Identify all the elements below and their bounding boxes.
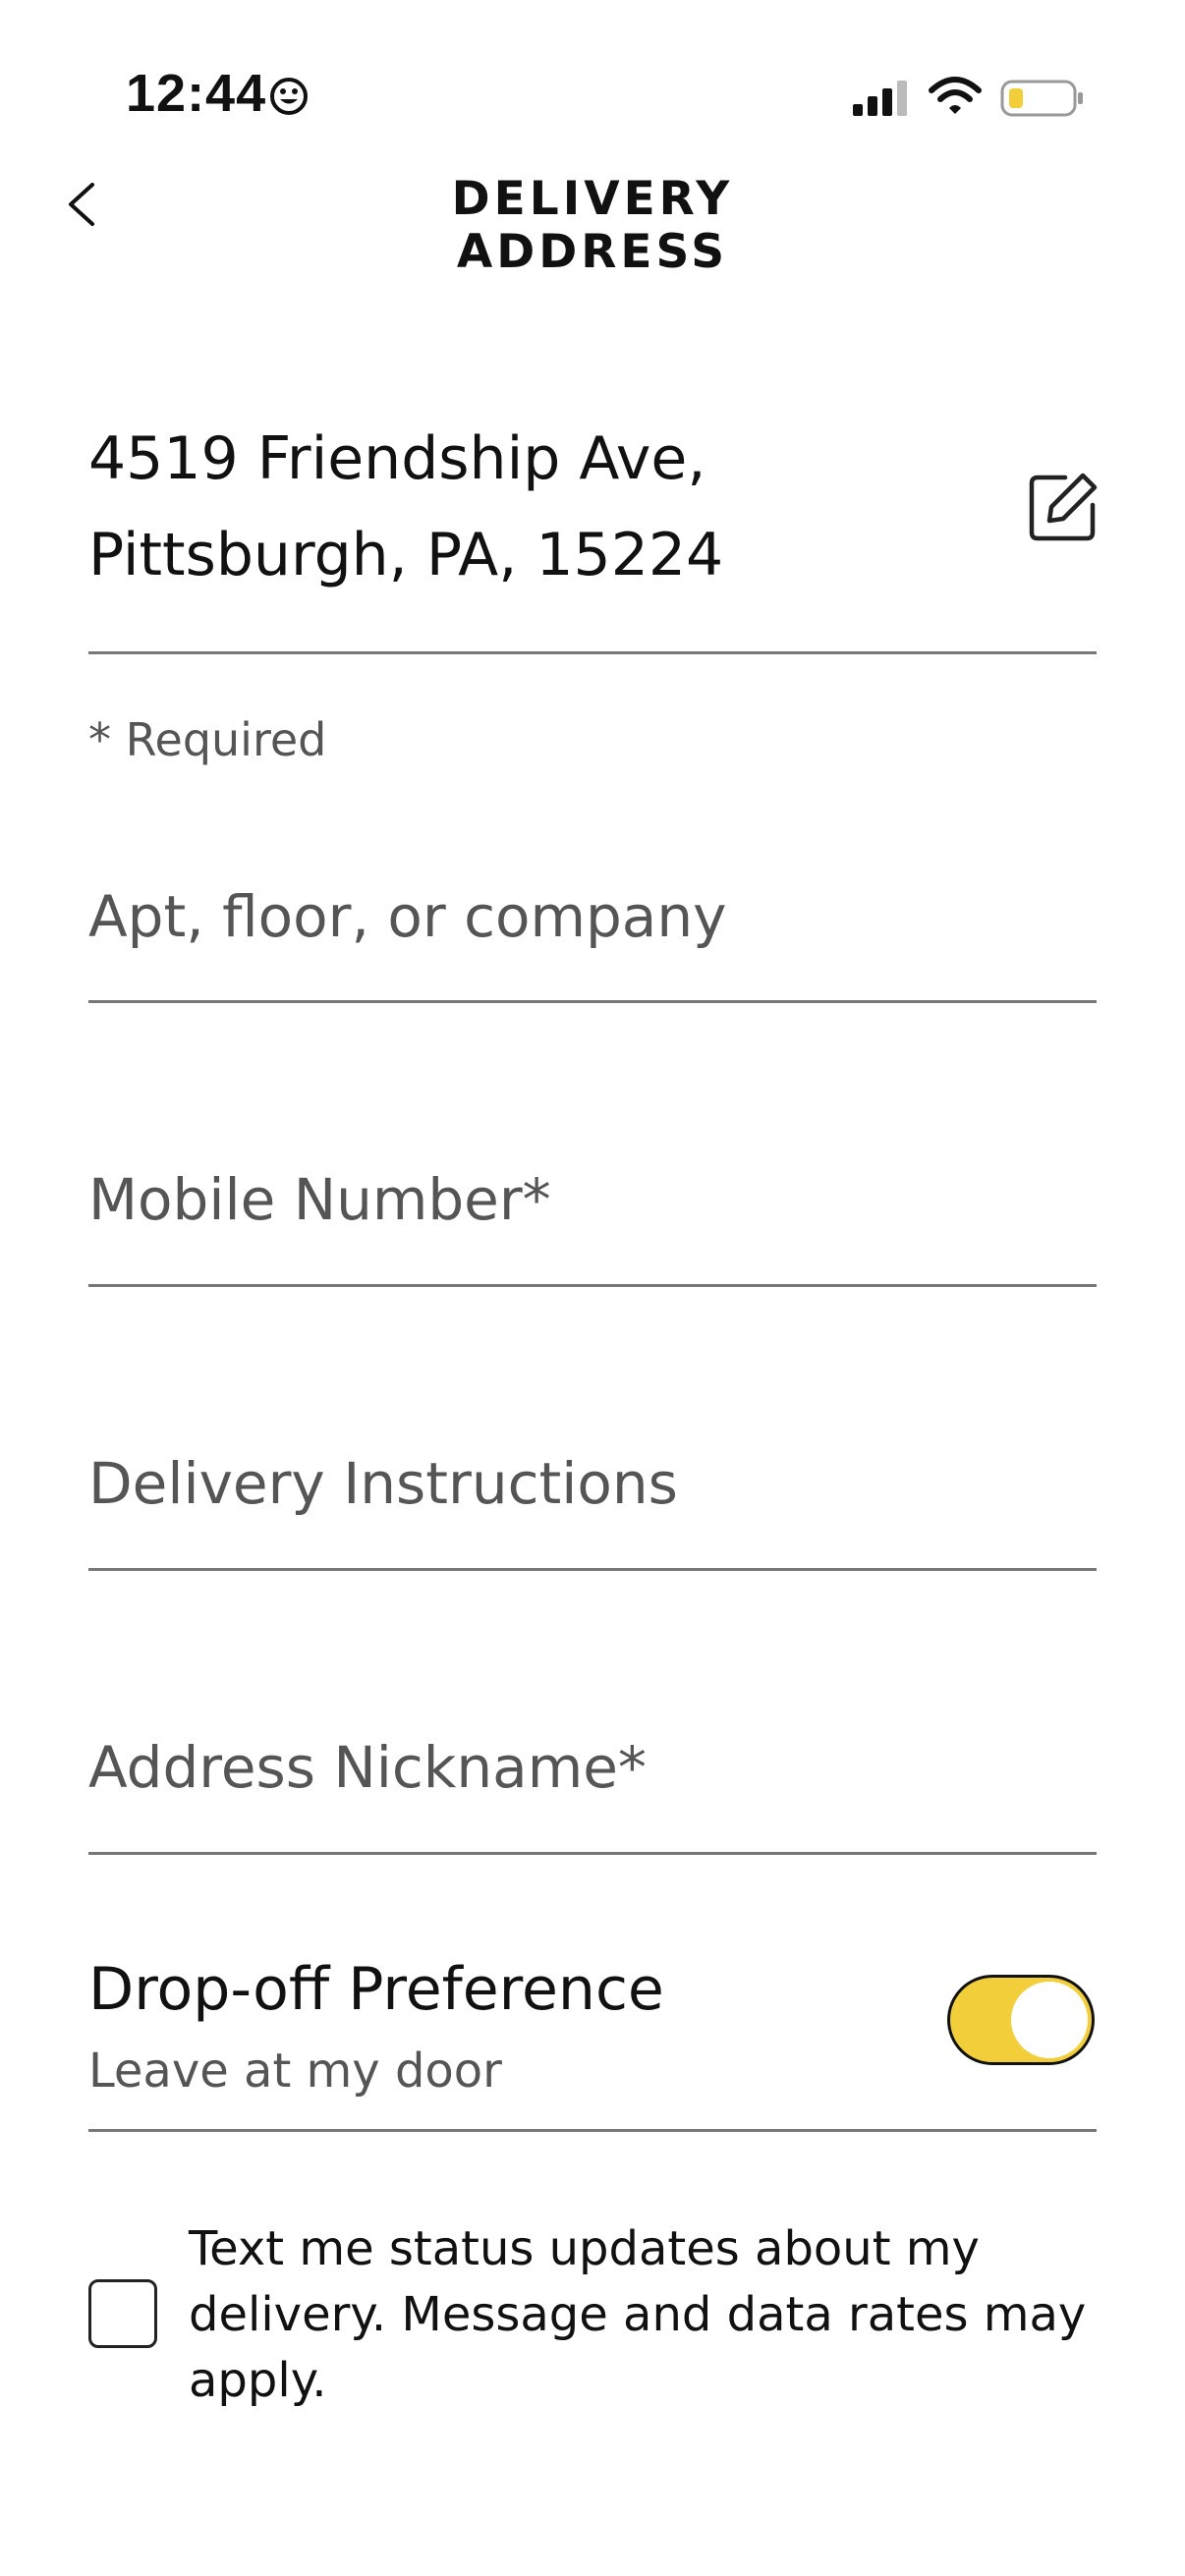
toggle-knob: [1011, 1982, 1088, 2058]
page-title-line1: DELIVERY: [451, 172, 734, 226]
mobile-field-underline: [88, 1284, 1097, 1287]
address-line1: 4519 Friendship Ave,: [88, 424, 706, 493]
sms-consent-text: Text me status updates about my delivery…: [189, 2221, 1087, 2408]
nickname-field-underline: [88, 1852, 1097, 1855]
battery-icon: [1000, 80, 1083, 117]
page-title-line2: ADDRESS: [456, 225, 729, 279]
smiley-icon: [270, 78, 308, 115]
apt-field-underline: [88, 1000, 1097, 1003]
address-nickname-input[interactable]: [88, 1713, 1097, 1821]
address-line2: Pittsburgh, PA, 15224: [88, 521, 724, 589]
wifi-icon: [929, 77, 982, 114]
page-title: DELIVERY ADDRESS: [396, 173, 789, 279]
instructions-field-underline: [88, 1568, 1097, 1571]
status-time: 12:44: [126, 64, 267, 123]
selected-address: 4519 Friendship Ave, Pittsburgh, PA, 152…: [88, 411, 973, 603]
edit-icon[interactable]: [1028, 470, 1100, 542]
mobile-number-input[interactable]: [88, 1146, 1097, 1254]
dropoff-divider: [88, 2129, 1097, 2132]
address-divider: [88, 651, 1097, 654]
dropoff-preference-toggle[interactable]: [947, 1975, 1095, 2065]
apt-floor-company-input[interactable]: [88, 863, 1097, 971]
dropoff-preference-label: Drop-off Preference: [88, 1955, 664, 2024]
sms-updates-checkbox[interactable]: [88, 2279, 157, 2348]
dropoff-preference-value: Leave at my door: [88, 2044, 502, 2099]
required-note: * Required: [88, 713, 327, 766]
signal-icon: [853, 81, 907, 116]
back-chevron-icon[interactable]: [57, 175, 106, 234]
delivery-instructions-input[interactable]: [88, 1429, 1097, 1538]
